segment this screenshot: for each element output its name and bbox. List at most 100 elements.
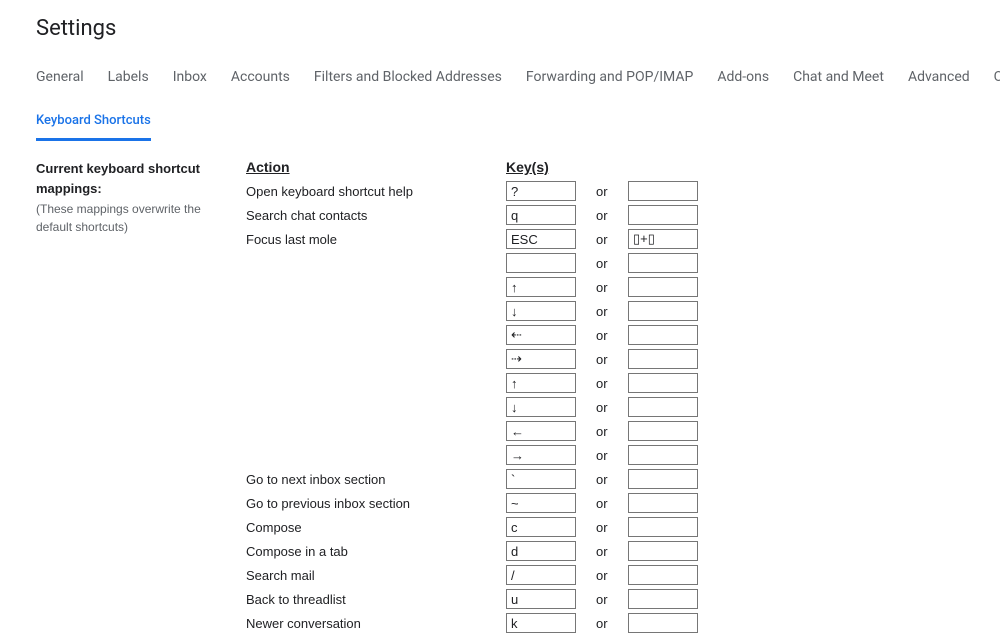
key-input-secondary[interactable] [628,421,698,441]
action-label [246,323,506,347]
table-row: or [246,275,700,299]
action-label: Go to previous inbox section [246,491,506,515]
key-input-primary[interactable] [506,373,576,393]
key-input-secondary[interactable] [628,325,698,345]
or-label: or [578,515,628,539]
table-row: or [246,251,700,275]
key-input-primary[interactable] [506,349,576,369]
key-input-secondary[interactable] [628,373,698,393]
key-input-secondary[interactable] [628,205,698,225]
or-label: or [578,179,628,203]
key-input-primary[interactable] [506,493,576,513]
key-input-secondary[interactable] [628,517,698,537]
table-row: Back to threadlistor [246,587,700,611]
action-label: Search mail [246,563,506,587]
action-label: Focus last mole [246,227,506,251]
key-input-secondary[interactable] [628,277,698,297]
key-input-primary[interactable] [506,397,576,417]
shortcut-table: Action Key(s) Open keyboard shortcut hel… [246,159,700,635]
key-input-secondary[interactable] [628,469,698,489]
table-row: or [246,299,700,323]
key-input-secondary[interactable] [628,301,698,321]
table-row: Newer conversationor [246,611,700,635]
table-row: or [246,371,700,395]
or-label: or [578,563,628,587]
table-row: Open keyboard shortcut help or [246,179,700,203]
or-label: or [578,395,628,419]
tab-addons[interactable]: Add-ons [717,69,769,93]
key-input-primary[interactable] [506,253,576,273]
key-input-primary[interactable] [506,445,576,465]
or-label: or [578,227,628,251]
key-input-primary[interactable] [506,517,576,537]
tab-advanced[interactable]: Advanced [908,69,970,93]
key-input-secondary[interactable] [628,589,698,609]
or-label: or [578,323,628,347]
or-label: or [578,443,628,467]
or-label: or [578,275,628,299]
action-label: Go to next inbox section [246,467,506,491]
key-input-primary[interactable] [506,469,576,489]
table-row: Focus last mole or [246,227,700,251]
tab-labels[interactable]: Labels [108,69,149,93]
action-label [246,443,506,467]
key-input-secondary[interactable] [628,541,698,561]
or-label: or [578,299,628,323]
mappings-heading: Current keyboard shortcut mappings: [36,159,236,198]
table-row: Search mail or [246,563,700,587]
table-row: or [246,395,700,419]
page-title: Settings [36,16,1000,41]
or-label: or [578,491,628,515]
tab-chat-meet[interactable]: Chat and Meet [793,69,884,93]
key-input-primary[interactable] [506,205,576,225]
key-input-secondary[interactable] [628,613,698,633]
tab-keyboard-shortcuts[interactable]: Keyboard Shortcuts [36,113,151,141]
key-input-primary[interactable] [506,613,576,633]
or-label: or [578,467,628,491]
key-input-primary[interactable] [506,229,576,249]
action-label [246,371,506,395]
column-header-keys: Key(s) [506,159,578,179]
key-input-primary[interactable] [506,301,576,321]
table-row: or [246,419,700,443]
key-input-primary[interactable] [506,541,576,561]
key-input-primary[interactable] [506,277,576,297]
table-row: or [246,323,700,347]
table-row: Search chat contactsor [246,203,700,227]
action-label: Compose in a tab [246,539,506,563]
key-input-primary[interactable] [506,589,576,609]
tab-filters[interactable]: Filters and Blocked Addresses [314,69,502,93]
key-input-primary[interactable] [506,325,576,345]
mappings-note: (These mappings overwrite the default sh… [36,200,236,236]
or-label: or [578,419,628,443]
tab-accounts[interactable]: Accounts [231,69,290,93]
or-label: or [578,251,628,275]
or-label: or [578,611,628,635]
key-input-secondary[interactable] [628,349,698,369]
key-input-secondary[interactable] [628,445,698,465]
action-label [246,395,506,419]
tab-forwarding[interactable]: Forwarding and POP/IMAP [526,69,693,93]
key-input-primary[interactable] [506,565,576,585]
key-input-secondary[interactable] [628,229,698,249]
action-label [246,347,506,371]
action-label: Search chat contacts [246,203,506,227]
key-input-secondary[interactable] [628,253,698,273]
settings-tabs: General Labels Inbox Accounts Filters an… [36,69,1000,93]
key-input-primary[interactable] [506,181,576,201]
key-input-secondary[interactable] [628,565,698,585]
key-input-secondary[interactable] [628,493,698,513]
table-row: Composeor [246,515,700,539]
tab-offline[interactable]: Offli [994,69,1000,93]
key-input-primary[interactable] [506,421,576,441]
table-row: or [246,443,700,467]
tab-inbox[interactable]: Inbox [173,69,207,93]
action-label: Open keyboard shortcut help [246,179,506,203]
action-label: Back to threadlist [246,587,506,611]
key-input-secondary[interactable] [628,397,698,417]
key-input-secondary[interactable] [628,181,698,201]
action-label [246,299,506,323]
tab-general[interactable]: General [36,69,84,93]
table-row: or [246,347,700,371]
table-row: Go to next inbox section or [246,467,700,491]
